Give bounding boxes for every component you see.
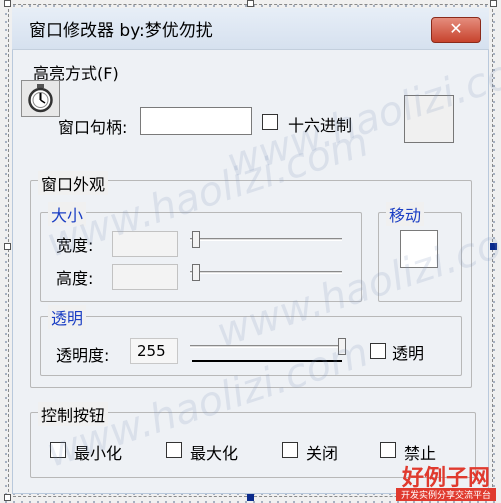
transparency-legend: 透明 (48, 305, 87, 329)
height-slider-track[interactable] (190, 271, 342, 274)
width-slider-track[interactable] (190, 238, 342, 241)
transparency-label: 透明度: (56, 346, 110, 365)
handle-input[interactable] (140, 107, 252, 135)
close-icon: ✕ (449, 19, 463, 38)
width-slider-thumb[interactable] (192, 231, 200, 248)
height-input[interactable] (112, 264, 178, 290)
transparency-value-input[interactable]: 255 (130, 338, 178, 364)
stopwatch-icon (28, 84, 53, 113)
close-label: 关闭 (306, 444, 339, 463)
disable-checkbox[interactable] (380, 442, 396, 458)
height-slider-thumb[interactable] (192, 264, 200, 281)
logo-subtitle: 开发实例分享交流平台 (396, 488, 496, 501)
close-button[interactable]: ✕ (431, 17, 481, 43)
move-legend: 移动 (386, 202, 425, 226)
transparent-checkbox[interactable] (370, 343, 386, 359)
transparent-checkbox-label: 透明 (392, 344, 425, 363)
watermark-logo: 好例子网 开发实例分享交流平台 (396, 460, 501, 503)
height-label: 高度: (56, 269, 94, 288)
resize-handle-bottom-left[interactable] (4, 494, 11, 501)
resize-handle-left[interactable] (4, 243, 11, 250)
resize-handle-top-right[interactable] (490, 0, 497, 7)
window-title: 窗口修改器 by:梦优勿扰 (29, 21, 213, 41)
handle-label: 窗口句柄: (58, 118, 128, 137)
close-checkbox[interactable] (282, 442, 298, 458)
maximize-label: 最大化 (190, 444, 239, 463)
transparency-value: 255 (137, 342, 166, 360)
maximize-checkbox[interactable] (166, 442, 182, 458)
appearance-legend: 窗口外观 (38, 171, 109, 195)
resize-handle-top[interactable] (247, 0, 254, 7)
timer-button[interactable] (21, 80, 60, 117)
resize-handle-bottom[interactable] (247, 494, 254, 501)
resize-handle-top-left[interactable] (4, 0, 11, 7)
